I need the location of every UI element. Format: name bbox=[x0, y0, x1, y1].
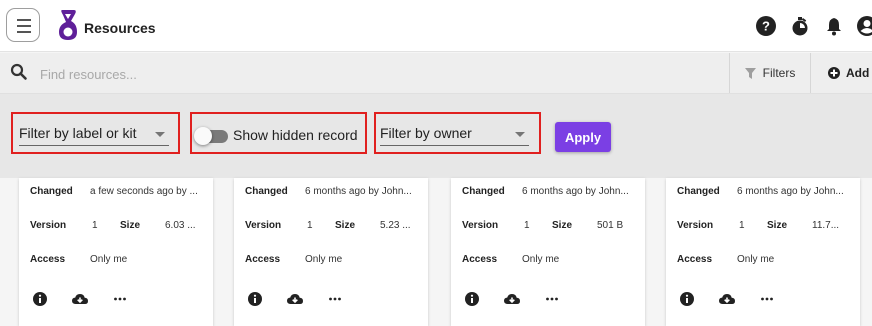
access-label: Access bbox=[245, 254, 281, 265]
changed-value: a few seconds ago by ... bbox=[90, 186, 198, 197]
changed-label: Changed bbox=[462, 186, 505, 197]
search-input[interactable] bbox=[40, 62, 720, 86]
version-value: 1 bbox=[92, 220, 98, 231]
resource-card[interactable]: Changed a few seconds ago by ... Version… bbox=[19, 178, 213, 326]
add-label: Add bbox=[846, 66, 870, 80]
page-title: Resources bbox=[84, 20, 156, 36]
bell-icon[interactable] bbox=[823, 15, 845, 37]
size-value: 501 B bbox=[597, 220, 624, 231]
changed-label: Changed bbox=[677, 186, 720, 197]
filter-icon bbox=[744, 67, 756, 79]
cloud-download-icon[interactable] bbox=[71, 291, 89, 307]
account-icon[interactable] bbox=[856, 15, 872, 37]
chevron-down-icon bbox=[155, 132, 165, 137]
info-icon[interactable] bbox=[247, 291, 263, 307]
access-value: Only me bbox=[737, 254, 775, 265]
more-icon[interactable] bbox=[544, 291, 560, 307]
help-icon[interactable]: ? bbox=[755, 15, 777, 37]
resource-card[interactable]: Changed 6 months ago by John... Version … bbox=[234, 178, 428, 326]
version-value: 1 bbox=[739, 220, 745, 231]
access-label: Access bbox=[677, 254, 713, 265]
changed-value: 6 months ago by John... bbox=[522, 186, 629, 197]
search-icon bbox=[10, 63, 27, 80]
changed-label: Changed bbox=[245, 186, 288, 197]
cloud-download-icon[interactable] bbox=[503, 291, 521, 307]
chevron-down-icon bbox=[515, 132, 525, 137]
size-value: 11.7... bbox=[812, 220, 840, 231]
menu-button[interactable] bbox=[6, 8, 40, 42]
access-label: Access bbox=[30, 254, 66, 265]
size-label: Size bbox=[120, 220, 141, 231]
changed-value: 6 months ago by John... bbox=[737, 186, 844, 197]
info-icon[interactable] bbox=[464, 291, 480, 307]
info-icon[interactable] bbox=[32, 291, 48, 307]
version-label: Version bbox=[30, 220, 67, 231]
size-value: 5.23 ... bbox=[380, 220, 411, 231]
more-icon[interactable] bbox=[112, 291, 128, 307]
version-label: Version bbox=[462, 220, 499, 231]
filters-label: Filters bbox=[762, 66, 796, 80]
apply-button[interactable]: Apply bbox=[555, 122, 611, 152]
more-icon[interactable] bbox=[327, 291, 343, 307]
resource-card[interactable]: Changed 6 months ago by John... Version … bbox=[451, 178, 645, 326]
add-circle-icon bbox=[828, 67, 840, 79]
filters-button[interactable]: Filters bbox=[729, 53, 810, 93]
label-kit-select-value: Filter by label or kit bbox=[19, 125, 137, 141]
version-label: Version bbox=[245, 220, 282, 231]
menu-icon-line bbox=[17, 31, 31, 33]
menu-icon-line bbox=[17, 19, 31, 21]
info-icon[interactable] bbox=[679, 291, 695, 307]
version-value: 1 bbox=[524, 220, 530, 231]
more-icon[interactable] bbox=[759, 291, 775, 307]
size-label: Size bbox=[335, 220, 356, 231]
cloud-download-icon[interactable] bbox=[286, 291, 304, 307]
size-label: Size bbox=[552, 220, 573, 231]
label-kit-select[interactable]: Filter by label or kit bbox=[19, 122, 169, 146]
owner-select-value: Filter by owner bbox=[380, 125, 472, 141]
changed-label: Changed bbox=[30, 186, 73, 197]
version-label: Version bbox=[677, 220, 714, 231]
size-label: Size bbox=[767, 220, 788, 231]
toggle-thumb[interactable] bbox=[194, 127, 212, 145]
add-button[interactable]: Add bbox=[810, 53, 872, 93]
menu-icon-line bbox=[17, 25, 31, 27]
access-label: Access bbox=[462, 254, 498, 265]
logo-icon bbox=[59, 10, 77, 40]
top-app-bar: Resources ? bbox=[0, 0, 872, 52]
access-value: Only me bbox=[522, 254, 560, 265]
show-hidden-label: Show hidden record bbox=[233, 127, 358, 143]
resource-card[interactable]: Changed 6 months ago by John... Version … bbox=[666, 178, 860, 326]
access-value: Only me bbox=[305, 254, 343, 265]
changed-value: 6 months ago by John... bbox=[305, 186, 412, 197]
access-value: Only me bbox=[90, 254, 128, 265]
owner-select[interactable]: Filter by owner bbox=[380, 122, 529, 146]
version-value: 1 bbox=[307, 220, 313, 231]
svg-text:?: ? bbox=[762, 19, 770, 34]
cloud-download-icon[interactable] bbox=[718, 291, 736, 307]
search-bar: Filters Add bbox=[0, 53, 872, 94]
timer-icon[interactable] bbox=[789, 15, 811, 37]
size-value: 6.03 ... bbox=[165, 220, 196, 231]
